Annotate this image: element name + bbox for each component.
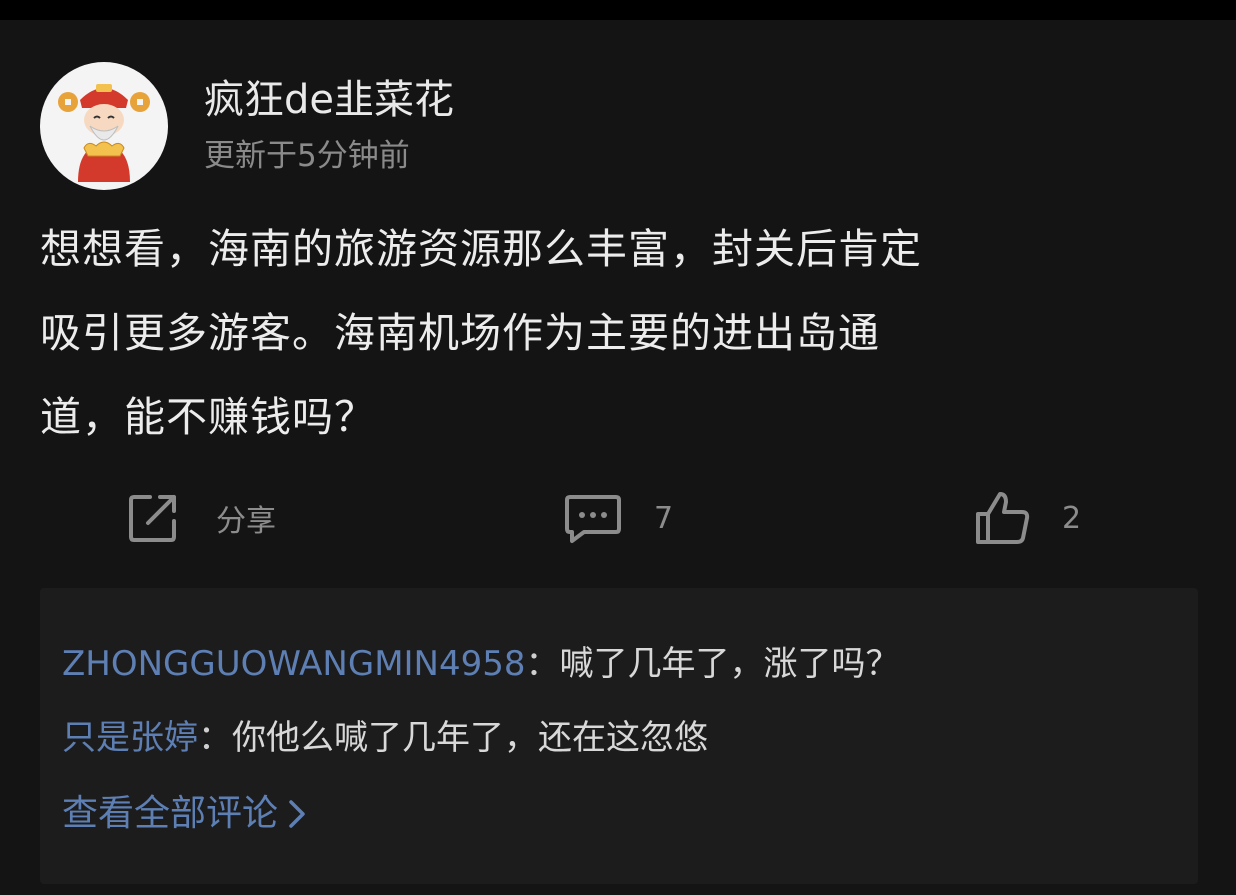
post-timestamp: 更新于5分钟前 — [204, 138, 410, 174]
post-header: 疯狂de韭菜花 更新于5分钟前 — [40, 62, 454, 190]
post-content-line: 吸引更多游客。海南机场作为主要的进出岛通 — [40, 309, 880, 357]
share-button[interactable]: 分享 — [126, 486, 276, 550]
action-bar: 分享 7 2 — [0, 486, 1236, 550]
like-button[interactable]: 2 — [972, 486, 1081, 550]
comment-text: 喊了几年了，涨了吗？ — [559, 644, 900, 684]
share-icon — [129, 495, 176, 542]
thumbs-up-icon — [976, 492, 1030, 544]
post-content: 想想看，海南的旅游资源那么丰富，封关后肯定 吸引更多游客。海南机场作为主要的进出… — [40, 207, 1190, 459]
comment-count: 7 — [654, 500, 674, 536]
view-all-comments-link[interactable]: 查看全部评论 — [62, 792, 308, 836]
chevron-right-icon — [289, 800, 305, 828]
comments-preview: ZHONGGUOWANGMIN4958：喊了几年了，涨了吗？ 只是张婷：你他么喊… — [40, 588, 1198, 884]
status-bar — [0, 0, 1236, 20]
share-label: 分享 — [216, 504, 276, 539]
comment-text: 你他么喊了几年了，还在这忽悠 — [232, 718, 708, 758]
comment-author[interactable]: ZHONGGUOWANGMIN4958 — [62, 644, 526, 684]
caishen-avatar-icon — [58, 84, 150, 182]
post-content-line: 道，能不赚钱吗？ — [40, 393, 376, 441]
comment-button[interactable]: 7 — [564, 486, 673, 550]
avatar[interactable] — [40, 62, 168, 190]
comment-item[interactable]: ZHONGGUOWANGMIN4958：喊了几年了，涨了吗？ — [62, 644, 900, 684]
comment-icon — [565, 495, 621, 543]
comment-separator: ： — [525, 644, 560, 684]
comment-separator: ： — [198, 718, 232, 758]
view-all-comments-label: 查看全部评论 — [62, 793, 279, 834]
like-count: 2 — [1062, 500, 1082, 536]
post-author[interactable]: 疯狂de韭菜花 — [204, 76, 454, 124]
post-content-line: 想想看，海南的旅游资源那么丰富，封关后肯定 — [40, 225, 922, 273]
comment-item[interactable]: 只是张婷：你他么喊了几年了，还在这忽悠 — [62, 718, 708, 758]
comment-author[interactable]: 只是张婷 — [62, 718, 198, 758]
